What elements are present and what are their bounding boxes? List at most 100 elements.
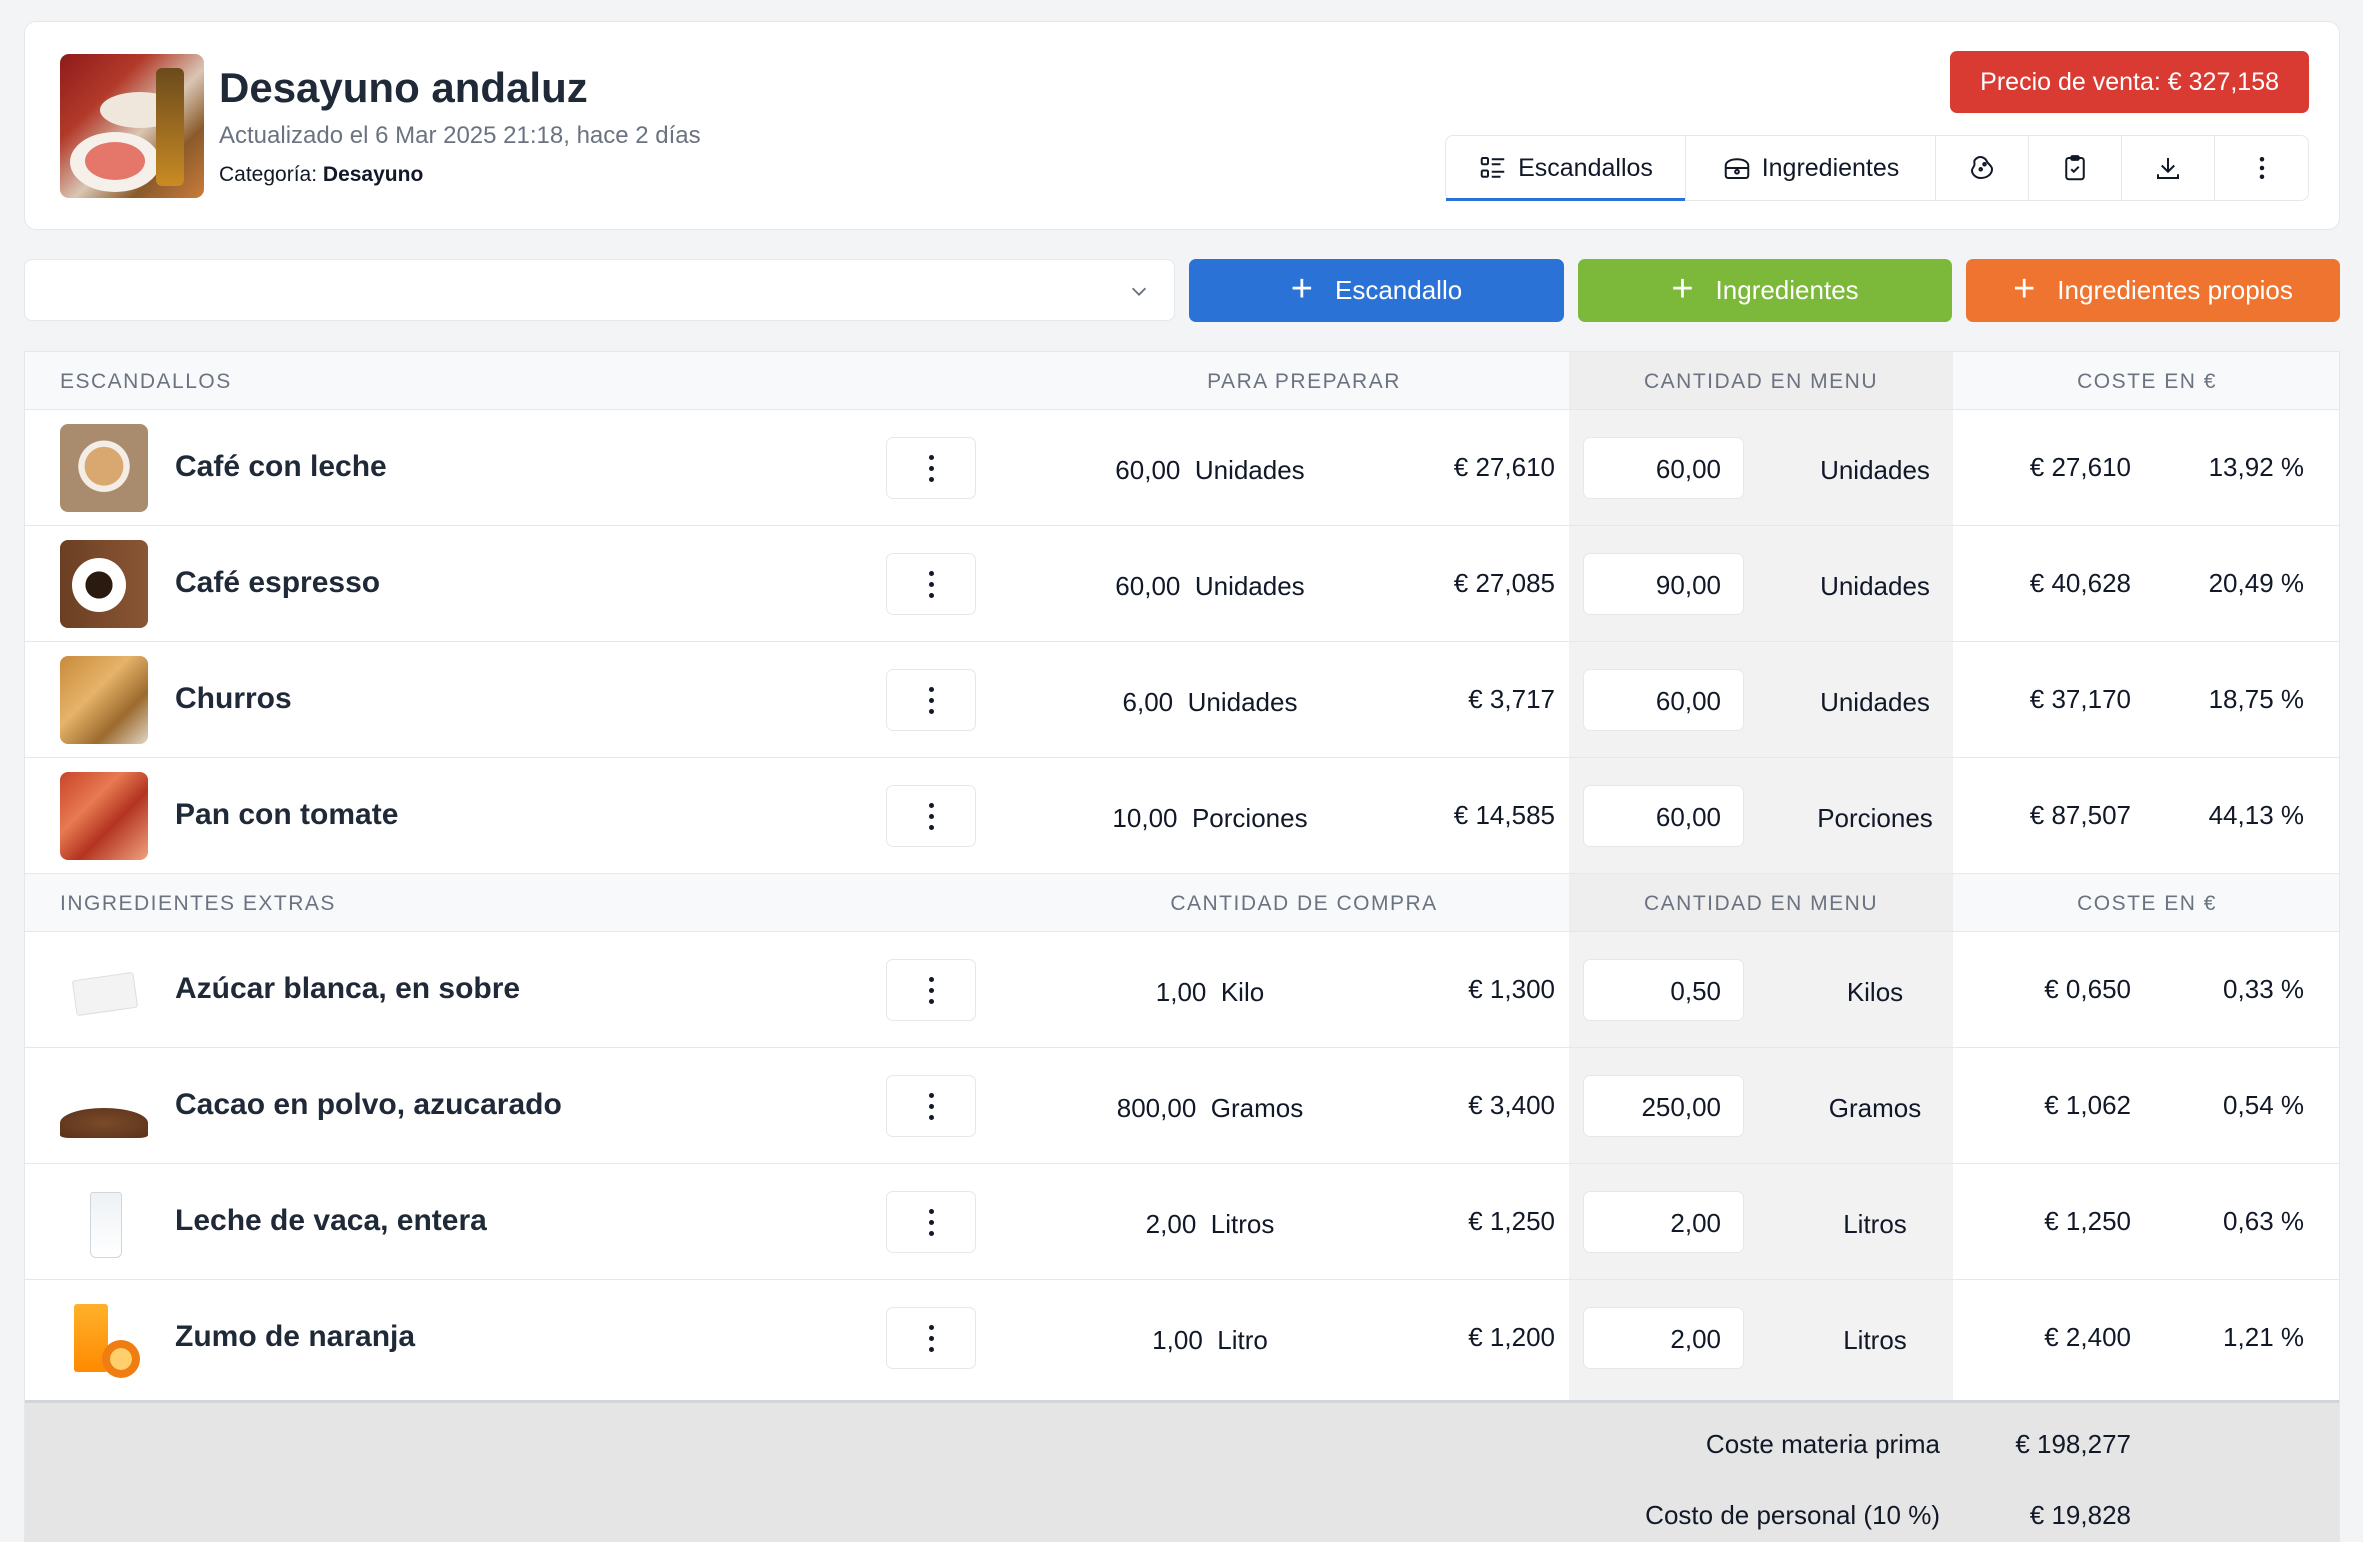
table-row[interactable]: Café con leche 60,00 Unidades € 27,610 6…	[25, 410, 2339, 526]
menu-quantity-input[interactable]: 60,00	[1583, 785, 1744, 847]
item-thumbnail	[60, 946, 148, 1034]
purchase-quantity: 1,00 Litro	[1152, 1325, 1268, 1355]
tab-clipboard[interactable]	[2029, 136, 2122, 200]
total-raw-material-value: € 198,277	[2015, 1429, 2131, 1459]
row-menu-button[interactable]	[886, 1191, 976, 1253]
row-menu-button[interactable]	[886, 785, 976, 847]
table-row[interactable]: Leche de vaca, entera 2,00 Litros € 1,25…	[25, 1164, 2339, 1280]
tab-more[interactable]	[2215, 136, 2308, 200]
prep-cost: € 3,717	[1468, 684, 1555, 714]
col-header-name: ESCANDALLOS	[60, 370, 232, 393]
cost-value: € 87,507	[2029, 800, 2131, 830]
sale-price-badge[interactable]: Precio de venta: € 327,158	[1950, 51, 2309, 113]
tab-escandallos[interactable]: Escandallos	[1446, 136, 1686, 201]
menu-unit: Porciones	[1817, 803, 1933, 833]
item-thumbnail	[60, 1294, 148, 1382]
purchase-cost: € 1,250	[1468, 1206, 1555, 1236]
item-name[interactable]: Churros	[175, 682, 292, 716]
tab-ingredientes[interactable]: Ingredientes	[1686, 136, 1936, 200]
prep-quantity: 6,00 Unidades	[1122, 687, 1298, 717]
row-menu-button[interactable]	[886, 1307, 976, 1369]
prep-quantity: 60,00 Unidades	[1115, 571, 1305, 601]
col-header-cost: COSTE EN €	[2077, 370, 2217, 393]
allergen-icon	[1970, 156, 1994, 180]
prep-cost: € 27,085	[1453, 568, 1555, 598]
table-row[interactable]: Zumo de naranja 1,00 Litro € 1,200 2,00 …	[25, 1280, 2339, 1396]
row-menu-button[interactable]	[886, 959, 976, 1021]
table-row[interactable]: Azúcar blanca, en sobre 1,00 Kilo € 1,30…	[25, 932, 2339, 1048]
menu-quantity-input[interactable]: 60,00	[1583, 437, 1744, 499]
plus-icon: +	[1671, 267, 1694, 310]
cost-percent: 20,49 %	[2208, 568, 2304, 598]
prep-quantity: 10,00 Porciones	[1112, 803, 1308, 833]
clipboard-icon	[2065, 155, 2085, 181]
cost-percent: 1,21 %	[2223, 1322, 2304, 1352]
more-vertical-icon	[928, 684, 934, 717]
item-thumbnail	[60, 424, 148, 512]
item-thumbnail	[60, 1178, 148, 1266]
cost-value: € 1,250	[2044, 1206, 2131, 1236]
cost-value: € 0,650	[2044, 974, 2131, 1004]
staff-cost-label: Costo de personal (10 %)	[1645, 1500, 1940, 1530]
tab-label: Escandallos	[1518, 153, 1653, 182]
cost-value: € 40,628	[2029, 568, 2131, 598]
more-vertical-icon	[928, 1322, 934, 1355]
table-row[interactable]: Café espresso 60,00 Unidades € 27,085 90…	[25, 526, 2339, 642]
add-ingredientes-propios-button[interactable]: + Ingredientes propios	[1966, 259, 2340, 322]
add-escandallo-button[interactable]: + Escandallo	[1189, 259, 1564, 322]
col-header-prep: PARA PREPARAR	[1207, 370, 1401, 393]
page-title: Desayuno andaluz	[219, 64, 588, 111]
menu-quantity-input[interactable]: 2,00	[1583, 1191, 1744, 1253]
prep-cost: € 27,610	[1453, 452, 1555, 482]
col-header-prep: CANTIDAD DE COMPRA	[1170, 892, 1438, 915]
section-header-extras: INGREDIENTES EXTRAS CANTIDAD DE COMPRA C…	[25, 874, 2339, 932]
item-name[interactable]: Leche de vaca, entera	[175, 1204, 487, 1238]
purchase-cost: € 1,300	[1468, 974, 1555, 1004]
col-header-menu-qty: CANTIDAD EN MENU	[1643, 370, 1878, 393]
table-row[interactable]: Churros 6,00 Unidades € 3,717 60,00 Unid…	[25, 642, 2339, 758]
item-thumbnail	[60, 1062, 148, 1150]
list-icon	[1480, 157, 1505, 178]
purchase-quantity: 800,00 Gramos	[1116, 1093, 1304, 1123]
item-name[interactable]: Cacao en polvo, azucarado	[175, 1088, 562, 1122]
menu-quantity-input[interactable]: 2,00	[1583, 1307, 1744, 1369]
row-menu-button[interactable]	[886, 669, 976, 731]
row-menu-button[interactable]	[886, 437, 976, 499]
tab-allergens[interactable]	[1936, 136, 2029, 200]
section-header-escandallos: ESCANDALLOS PARA PREPARAR CANTIDAD EN ME…	[25, 352, 2339, 410]
button-label: Ingredientes	[1715, 275, 1859, 305]
menu-quantity-input[interactable]: 0,50	[1583, 959, 1744, 1021]
tab-label: Ingredientes	[1761, 153, 1900, 182]
prep-cost: € 14,585	[1453, 800, 1555, 830]
dish-photo	[60, 54, 204, 198]
menu-quantity-input[interactable]: 250,00	[1583, 1075, 1744, 1137]
tab-download[interactable]	[2122, 136, 2215, 200]
more-vertical-icon	[928, 568, 934, 601]
menu-unit: Unidades	[1820, 455, 1930, 485]
menu-unit: Kilos	[1846, 977, 1904, 1007]
menu-unit: Unidades	[1820, 571, 1930, 601]
download-icon	[2157, 158, 2179, 179]
menu-unit: Litros	[1843, 1209, 1907, 1239]
more-vertical-icon	[928, 974, 934, 1007]
add-ingredientes-button[interactable]: + Ingredientes	[1578, 259, 1952, 322]
item-name[interactable]: Café espresso	[175, 566, 380, 600]
menu-quantity-input[interactable]: 60,00	[1583, 669, 1744, 731]
item-name[interactable]: Azúcar blanca, en sobre	[175, 972, 520, 1006]
table-row[interactable]: Cacao en polvo, azucarado 800,00 Gramos …	[25, 1048, 2339, 1164]
row-menu-button[interactable]	[886, 553, 976, 615]
row-menu-button[interactable]	[886, 1075, 976, 1137]
menu-unit: Unidades	[1820, 687, 1930, 717]
cost-value: € 37,170	[2029, 684, 2131, 714]
menu-quantity-input[interactable]: 90,00	[1583, 553, 1744, 615]
category-label: Categoría:	[219, 163, 318, 186]
item-name[interactable]: Zumo de naranja	[175, 1320, 415, 1354]
cost-value: € 2,400	[2044, 1322, 2131, 1352]
button-label: Escandallo	[1335, 275, 1463, 305]
table-row[interactable]: Pan con tomate 10,00 Porciones € 14,585 …	[25, 758, 2339, 874]
item-name[interactable]: Café con leche	[175, 450, 387, 484]
item-name[interactable]: Pan con tomate	[175, 798, 398, 832]
updated-timestamp: Actualizado el 6 Mar 2025 21:18, hace 2 …	[219, 122, 701, 149]
recipe-filter-select[interactable]	[24, 259, 1175, 321]
purchase-quantity: 1,00 Kilo	[1155, 977, 1265, 1007]
